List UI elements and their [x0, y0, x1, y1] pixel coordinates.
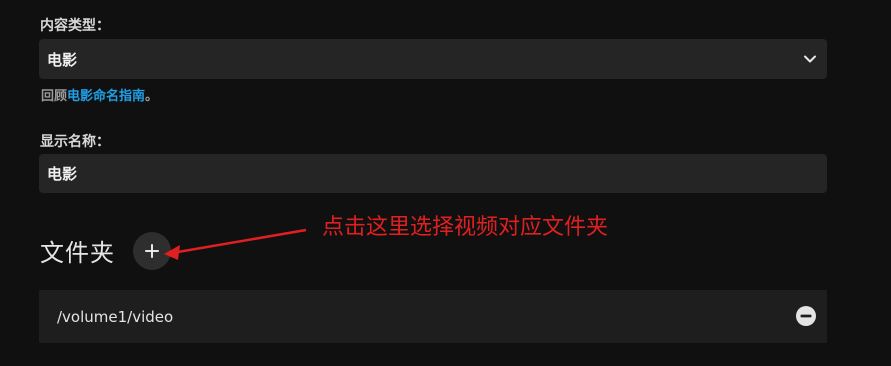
- display-name-label: 显示名称：: [40, 134, 110, 150]
- library-settings-form: 内容类型： 电影 回顾电影命名指南。 显示名称： 电影 文件夹 点击这里选择视频…: [0, 0, 891, 366]
- plus-icon: [145, 244, 159, 258]
- folder-path: /volume1/video: [57, 307, 174, 326]
- hint-prefix: 回顾: [41, 89, 68, 104]
- display-name-input[interactable]: 电影: [39, 154, 827, 193]
- content-type-value: 电影: [47, 50, 78, 69]
- annotation-text: 点击这里选择视频对应文件夹: [322, 215, 609, 240]
- chevron-down-icon: [804, 55, 816, 63]
- hint-suffix: 。: [145, 89, 159, 104]
- folders-title: 文件夹: [40, 239, 115, 267]
- naming-guide-link[interactable]: 电影命名指南: [67, 89, 145, 104]
- display-name-value: 电影: [47, 165, 78, 183]
- minus-circle-icon[interactable]: [795, 305, 817, 327]
- content-type-select[interactable]: 电影: [39, 39, 827, 79]
- add-folder-button[interactable]: [133, 232, 171, 270]
- naming-guide-hint: 回顾电影命名指南。: [41, 85, 158, 104]
- folder-list-item: /volume1/video: [39, 290, 827, 343]
- content-type-label: 内容类型：: [40, 18, 110, 34]
